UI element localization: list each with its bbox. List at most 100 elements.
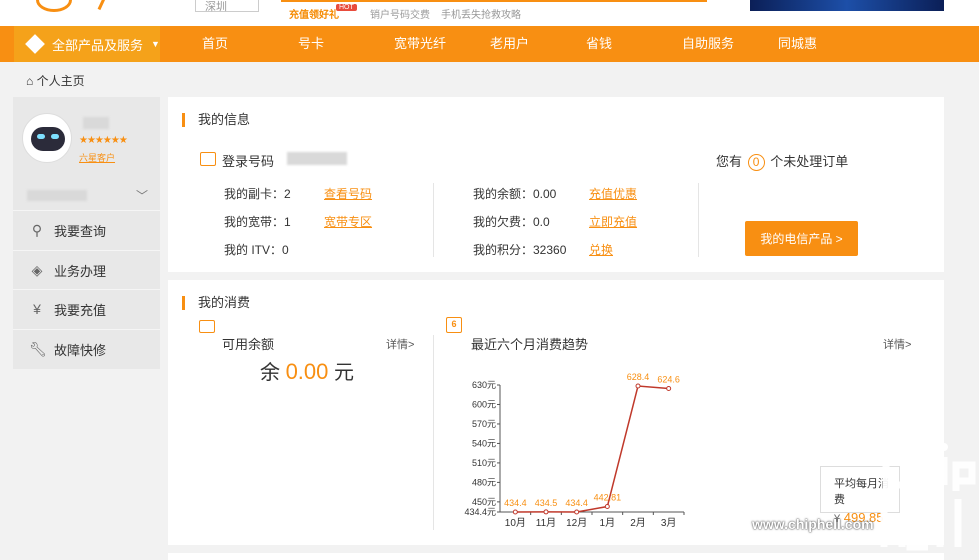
nav-item-local-deals[interactable]: 同城惠 xyxy=(778,26,817,62)
customer-level[interactable]: 六星客户 xyxy=(79,151,115,164)
orders-prefix: 您有 xyxy=(716,154,743,169)
arrears: 我的欠费：0.0 xyxy=(473,215,550,229)
top-bar: 深圳 充值领好礼 HOT 销户号码交费 手机丢失抢救攻略 xyxy=(0,0,979,26)
nav-item-save[interactable]: 省钱 xyxy=(586,26,612,62)
y-tick-label: 600元 xyxy=(472,399,496,409)
my-info-panel: 我的信息 登录号码 我的副卡：2 查看号码 我的宽带：1 宽带专区 我的 ITV… xyxy=(168,97,944,272)
nav-item-broadband[interactable]: 宽带光纤 xyxy=(394,26,446,62)
breadcrumb-label[interactable]: 个人主页 xyxy=(37,74,85,88)
recharge-now-link[interactable]: 立即充值 xyxy=(589,213,637,230)
orders-count[interactable]: 0 xyxy=(747,154,765,171)
data-label: 434.4 xyxy=(504,498,527,508)
trend-label: 最近六个月消费趋势 xyxy=(471,337,589,352)
x-tick-label: 3月 xyxy=(661,517,677,529)
chevron-down-icon: ﹀ xyxy=(135,189,148,203)
nav-item-sim[interactable]: 号卡 xyxy=(298,26,324,62)
nav-item-home[interactable]: 首页 xyxy=(202,26,228,62)
robot-face xyxy=(31,127,65,151)
y-tick-label: 540元 xyxy=(472,438,496,448)
layers-icon: ◈ xyxy=(31,261,43,278)
chiphell-watermark-logo xyxy=(880,443,976,551)
yuan-icon: ¥ xyxy=(33,301,41,317)
vice-card-count: 我的副卡：2 xyxy=(224,187,291,201)
recharge-offers-link[interactable]: 充值优惠 xyxy=(589,185,637,202)
spending-trend-chart: 434.4元450元 480元 510元 540元 570元 600元 630元 10月 11月… xyxy=(464,372,685,529)
top-link[interactable]: 销户号码交费 xyxy=(370,6,430,21)
series-line xyxy=(515,385,669,513)
data-label: 442.81 xyxy=(594,493,622,503)
data-label: 624.6 xyxy=(657,375,680,385)
breadcrumb: ⌂ 个人主页 xyxy=(26,72,85,89)
y-tick-label: 510元 xyxy=(472,458,496,468)
divider xyxy=(433,183,434,257)
trend-details-link[interactable]: 详情> xyxy=(883,336,911,352)
sidebar-item-label: 我要充值 xyxy=(54,302,107,318)
available-balance: 余 0.00 元 xyxy=(260,356,354,385)
wrench-icon: 🔧︎ xyxy=(29,340,47,357)
login-number-label: 登录号码 xyxy=(222,154,275,169)
sidebar-item-query[interactable]: ⚲ 我要查询 xyxy=(13,210,160,249)
pending-orders: 您有 0 个未处理订单 xyxy=(716,151,848,171)
divider xyxy=(433,335,434,530)
device-icon xyxy=(200,152,216,166)
main-nav: 全部产品及服务 ▼ 首页 号卡 宽带光纤 老用户 省钱 自助服务 同城惠 xyxy=(0,26,979,62)
data-point xyxy=(666,386,672,392)
x-tick-label: 12月 xyxy=(566,517,587,529)
next-panel xyxy=(168,553,944,560)
balance-unit: 元 xyxy=(333,362,354,384)
home-icon: ⌂ xyxy=(26,74,34,88)
broadband-count: 我的宽带：1 xyxy=(224,215,291,229)
view-numbers-link[interactable]: 查看号码 xyxy=(324,185,372,202)
y-tick-label: 570元 xyxy=(472,419,496,429)
sidebar-item-label: 我要查询 xyxy=(54,223,107,239)
nav-item-self-service[interactable]: 自助服务 xyxy=(682,26,734,62)
data-label: 434.5 xyxy=(535,498,558,508)
masked-account xyxy=(27,190,87,201)
sidebar-item-recharge[interactable]: ¥ 我要充值 xyxy=(13,289,160,328)
sidebar-item-repair[interactable]: 🔧︎ 故障快修 xyxy=(13,329,160,368)
data-point xyxy=(635,383,641,389)
y-tick-label: 434.4元 xyxy=(464,507,496,517)
nav-item-old-users[interactable]: 老用户 xyxy=(490,26,529,62)
x-tick-label: 11月 xyxy=(536,517,556,529)
y-tick-label: 480元 xyxy=(472,477,496,487)
sidebar-item-label: 故障快修 xyxy=(54,342,107,358)
promo-link[interactable]: 充值领好礼 xyxy=(289,6,339,21)
sidebar-item-business[interactable]: ◈ 业务办理 xyxy=(13,250,160,289)
data-label: 434.4 xyxy=(565,498,588,508)
diamond-icon xyxy=(25,34,45,54)
my-products-button[interactable]: 我的电信产品 > xyxy=(745,221,858,256)
x-tick-label: 1月 xyxy=(600,517,616,529)
watermark-url: www.chiphell.com xyxy=(752,516,874,532)
itv-count: 我的 ITV：0 xyxy=(224,243,289,257)
balance-prefix: 余 xyxy=(260,362,280,384)
data-point xyxy=(512,509,518,515)
balance-details-link[interactable]: 详情> xyxy=(386,336,414,352)
top-link[interactable]: 手机丢失抢救攻略 xyxy=(441,6,521,21)
calendar-icon: 6 xyxy=(446,317,462,333)
data-point xyxy=(574,509,580,515)
sidebar: ★★★★★★ 六星客户 ﹀ ⚲ 我要查询 ◈ 业务办理 ¥ 我要充值 🔧︎ 故障… xyxy=(13,97,160,369)
avatar[interactable] xyxy=(22,113,72,163)
logo[interactable] xyxy=(36,0,72,12)
sidebar-item-label: 业务办理 xyxy=(54,263,107,279)
account-selector[interactable]: ﹀ xyxy=(13,183,160,209)
ad-banner[interactable] xyxy=(750,0,944,11)
city-selector[interactable]: 深圳 xyxy=(195,0,259,13)
y-tick-label: 630元 xyxy=(472,380,496,390)
caret-down-icon: ▼ xyxy=(151,39,160,49)
masked-username xyxy=(83,117,109,129)
hot-badge: HOT xyxy=(336,4,357,11)
redeem-link[interactable]: 兑换 xyxy=(589,241,613,258)
data-point xyxy=(604,504,610,510)
points: 我的积分：32360 xyxy=(473,243,567,257)
x-tick-label: 2月 xyxy=(630,517,646,529)
section-title: 我的信息 xyxy=(182,113,250,127)
search-box-edge xyxy=(281,0,707,2)
available-balance-label: 可用余额 xyxy=(222,337,275,352)
all-products-menu[interactable]: 全部产品及服务 ▼ xyxy=(14,26,160,62)
all-products-label: 全部产品及服务 xyxy=(52,37,144,53)
divider xyxy=(698,183,699,257)
wallet-icon xyxy=(199,320,215,333)
broadband-zone-link[interactable]: 宽带专区 xyxy=(324,213,372,230)
